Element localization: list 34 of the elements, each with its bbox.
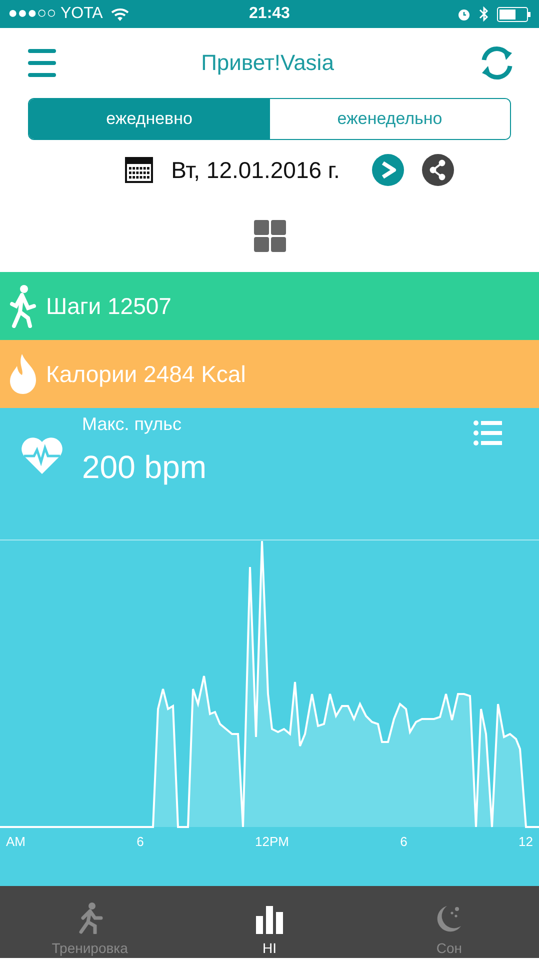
bottom-tab[interactable]: HI — [180, 886, 360, 958]
card-text: Шаги 12507 — [46, 292, 172, 320]
calendar-icon[interactable] — [125, 157, 154, 183]
greeting-title: Привет!Vasia — [201, 50, 334, 76]
moon-stars-icon — [435, 904, 464, 934]
axis-label: 6 — [136, 834, 144, 849]
axis-label: 12PM — [255, 834, 289, 849]
refresh-icon[interactable] — [479, 45, 515, 81]
running-person-icon — [76, 902, 103, 934]
share-icon[interactable] — [422, 154, 454, 186]
axis-label: AM — [6, 834, 26, 849]
alarm-icon — [456, 7, 471, 21]
bluetooth-icon — [478, 6, 489, 22]
heart-pulse-icon — [20, 436, 64, 476]
bar-chart-icon — [256, 906, 284, 934]
steps-card[interactable]: Шаги 12507 — [0, 272, 539, 340]
period-tab[interactable]: ежедневно — [29, 99, 270, 139]
walking-person-icon — [8, 284, 38, 328]
axis-label: 12 — [518, 834, 533, 849]
wifi-icon — [110, 8, 129, 20]
date-label: Вт, 12.01.2016 г. — [171, 156, 340, 184]
bottom-tab[interactable]: Сон — [359, 886, 539, 958]
max-pulse-label: Макс. пульс — [82, 414, 183, 435]
grid-icon[interactable] — [254, 220, 286, 252]
menu-icon[interactable] — [28, 48, 56, 78]
max-pulse-value: 200 bpm — [82, 449, 208, 486]
carrier-signal: ●●●○○ YOTA — [8, 5, 103, 23]
card-text: Калории 2484 Kcal — [46, 360, 246, 388]
calories-card[interactable]: Калории 2484 Kcal — [0, 340, 539, 408]
axis-label: 6 — [400, 834, 408, 849]
clock-time: 21:43 — [249, 5, 290, 23]
battery-icon — [496, 6, 531, 22]
bottom-tab[interactable]: Тренировка — [0, 886, 180, 958]
flame-icon — [8, 354, 38, 394]
